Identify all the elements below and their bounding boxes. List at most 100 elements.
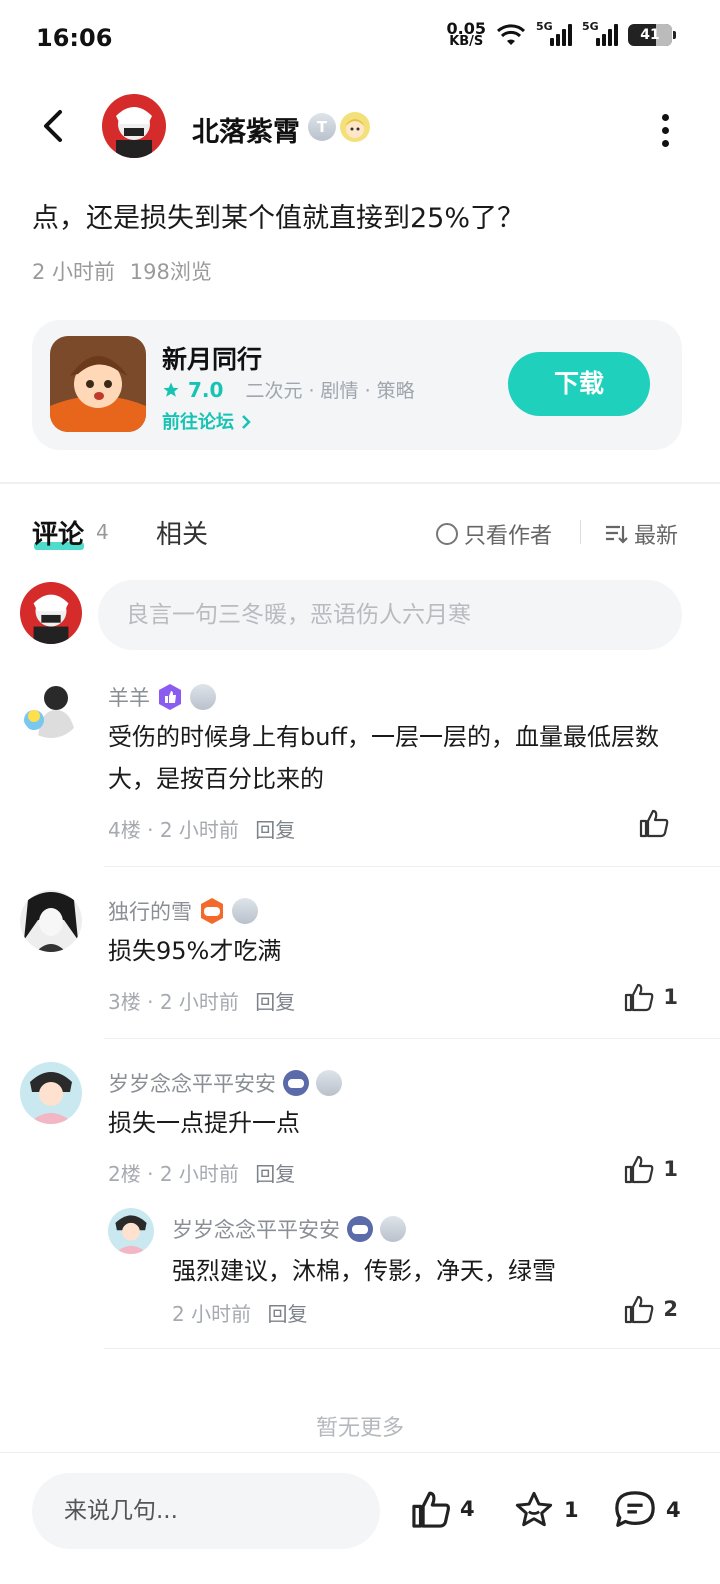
commenter-avatar[interactable] xyxy=(20,676,82,738)
comment-bubble-icon xyxy=(615,1491,655,1527)
comment-divider xyxy=(104,1348,720,1349)
battery-icon: 41 xyxy=(628,24,676,46)
app-rating: 7.0 xyxy=(188,377,224,402)
gamepad-badge-icon xyxy=(283,1070,309,1096)
reply-button[interactable]: 回复 xyxy=(255,818,295,842)
thumbs-up-icon xyxy=(625,1155,654,1184)
header: 北落紫霄 T xyxy=(0,88,720,168)
like-count: 1 xyxy=(663,985,678,1009)
favorite-count: 1 xyxy=(564,1498,579,1522)
like-button[interactable]: 2 xyxy=(623,1294,678,1324)
thumbs-up-icon xyxy=(412,1491,450,1528)
more-options-icon[interactable] xyxy=(662,114,670,147)
meta-dot: · xyxy=(147,990,160,1014)
like-button[interactable]: 1 xyxy=(623,1154,678,1184)
app-card[interactable]: 新月同行 7.0 二次元 · 剧情 · 策略 前往论坛 下载 xyxy=(32,320,682,450)
comment-meta: 3楼 · 2 小时前 回复 xyxy=(108,986,295,1015)
commenter-name[interactable]: 岁岁念念平平安安 xyxy=(108,1068,276,1098)
commenter-avatar[interactable] xyxy=(20,890,82,952)
replier-name-row: 岁岁念念平平安安 xyxy=(172,1214,406,1244)
post-meta: 2 小时前 198浏览 xyxy=(32,256,212,286)
thumbs-up-icon xyxy=(625,983,654,1012)
signal-label: 5G xyxy=(582,20,599,33)
reply-button[interactable]: 回复 xyxy=(255,1162,295,1186)
author-only-label: 只看作者 xyxy=(464,524,553,549)
commenter-name[interactable]: 羊羊 xyxy=(108,682,150,712)
comment-tabs: 评论 4 相关 只看作者 最新 xyxy=(0,504,720,564)
author-name[interactable]: 北落紫霄 xyxy=(192,110,300,149)
replier-avatar[interactable] xyxy=(108,1208,154,1254)
comment-floor: 2楼 xyxy=(108,1162,141,1186)
cell-signal-icon: 5G xyxy=(582,20,618,46)
favorite-button[interactable]: 1 xyxy=(512,1489,579,1531)
gamepad-badge-icon xyxy=(201,898,223,924)
comments-button[interactable]: 4 xyxy=(612,1489,681,1531)
commenter-name-row: 羊羊 xyxy=(108,682,216,712)
level-badge-icon xyxy=(380,1216,406,1242)
status-bar: 16:06 0.05 KB/S 5G 5G 41 xyxy=(0,0,720,80)
bottom-bar: 来说几句... 4 1 4 xyxy=(0,1452,720,1584)
network-speed: 0.05 KB/S xyxy=(447,21,486,49)
post-like-count: 4 xyxy=(460,1497,475,1521)
commenter-name-row: 独行的雪 xyxy=(108,896,258,926)
cell-signal-icon: 5G xyxy=(536,20,572,46)
reply-meta: 2 小时前 回复 xyxy=(172,1298,307,1327)
reply-time: 2 小时前 xyxy=(172,1302,252,1326)
forum-link[interactable]: 前往论坛 xyxy=(162,408,252,434)
reply-button[interactable]: 回复 xyxy=(255,990,295,1014)
author-avatar[interactable] xyxy=(102,94,166,158)
reply-button[interactable]: 回复 xyxy=(267,1302,307,1326)
thumbs-up-badge-icon xyxy=(159,684,181,710)
wifi-icon xyxy=(496,24,526,45)
comment-body: 损失一点提升一点 xyxy=(108,1109,300,1137)
gamepad-badge-icon xyxy=(347,1216,373,1242)
comment-input[interactable]: 良言一句三冬暖，恶语伤人六月寒 xyxy=(98,580,682,650)
tab-comments[interactable]: 评论 xyxy=(32,514,84,551)
thumbs-up-icon xyxy=(625,1295,654,1324)
replier-name[interactable]: 岁岁念念平平安安 xyxy=(172,1214,340,1244)
chevron-right-icon xyxy=(242,415,252,429)
star-icon xyxy=(163,382,179,397)
post-like-button[interactable]: 4 xyxy=(410,1489,475,1529)
post-text: 点，还是损失到某个值就直接到25%了？ xyxy=(32,203,525,234)
like-count: 2 xyxy=(663,1297,678,1321)
tab-related[interactable]: 相关 xyxy=(156,514,208,551)
comment-floor: 3楼 xyxy=(108,990,141,1014)
reply-body: 强烈建议，沐棉，传影，净天，绿雪 xyxy=(172,1257,556,1285)
comment-body: 损失95%才吃满 xyxy=(108,937,282,965)
character-badge-icon xyxy=(340,112,370,142)
post-time: 2 小时前 xyxy=(32,260,116,284)
sort-label: 最新 xyxy=(634,524,679,549)
comment-body: 受伤的时候身上有buff，一层一层的，血量最低层数大，是按百分比来的 xyxy=(108,723,659,793)
app-rating-row: 7.0 二次元 · 剧情 · 策略 xyxy=(162,376,415,403)
sort-icon xyxy=(606,525,628,544)
level-badge-icon xyxy=(316,1070,342,1096)
download-button[interactable]: 下载 xyxy=(508,352,650,416)
status-time: 16:06 xyxy=(36,24,113,52)
author-only-toggle[interactable]: 只看作者 xyxy=(436,518,552,550)
my-avatar xyxy=(20,582,82,644)
app-name: 新月同行 xyxy=(162,345,263,374)
app-tags: 二次元 · 剧情 · 策略 xyxy=(245,380,415,402)
sort-toggle[interactable]: 最新 xyxy=(604,518,678,550)
meta-dot: · xyxy=(147,1162,160,1186)
bottom-comment-input[interactable]: 来说几句... xyxy=(32,1473,380,1549)
no-more-text: 暂无更多 xyxy=(315,1416,404,1441)
comments-count: 4 xyxy=(96,520,109,544)
forum-link-label: 前往论坛 xyxy=(162,412,234,433)
author-badges: T xyxy=(308,112,370,142)
comment-divider xyxy=(104,866,720,867)
like-button[interactable] xyxy=(638,808,678,838)
level-badge-icon: T xyxy=(308,113,336,141)
like-button[interactable]: 1 xyxy=(623,982,678,1012)
commenter-avatar[interactable] xyxy=(20,1062,82,1124)
level-badge-icon xyxy=(232,898,258,924)
post-views: 198浏览 xyxy=(129,260,212,284)
back-arrow-icon[interactable] xyxy=(34,106,74,146)
commenter-name[interactable]: 独行的雪 xyxy=(108,896,192,926)
app-icon[interactable] xyxy=(50,336,146,432)
section-divider xyxy=(0,482,720,484)
network-speed-unit: KB/S xyxy=(449,34,484,49)
level-badge-icon xyxy=(190,684,216,710)
radio-icon xyxy=(436,523,458,545)
